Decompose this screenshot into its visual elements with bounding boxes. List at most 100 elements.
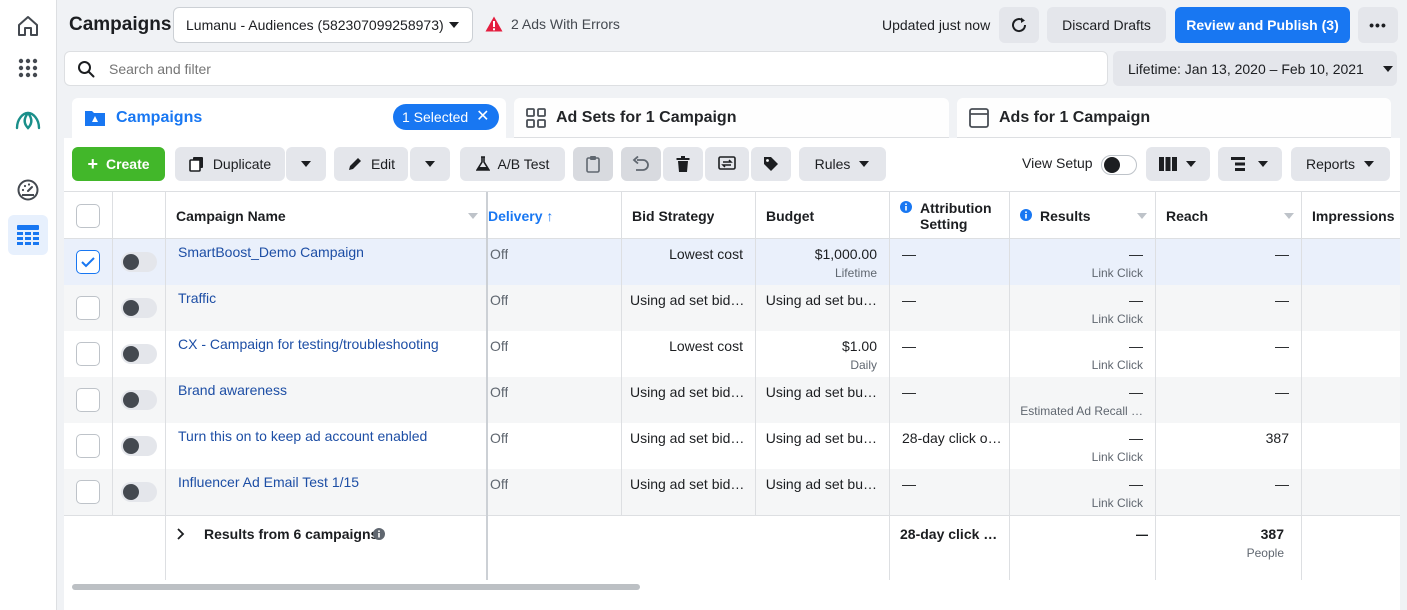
flask-icon — [475, 156, 490, 171]
campaign-name-link[interactable]: Traffic — [178, 290, 478, 306]
create-button[interactable]: + Create — [72, 147, 165, 181]
search-bar[interactable] — [64, 51, 1108, 86]
trash-icon — [676, 156, 690, 172]
column-header-name[interactable]: Campaign Name — [176, 208, 286, 224]
column-divider — [755, 192, 756, 515]
dashboard-gauge-icon[interactable] — [8, 170, 48, 210]
left-nav — [0, 0, 57, 610]
row-checkbox[interactable] — [76, 388, 100, 412]
table-row[interactable]: Traffic Off Using ad set bid… Using ad set … — [64, 285, 1400, 331]
edit-dropdown-button[interactable] — [410, 147, 450, 181]
home-icon[interactable] — [8, 6, 48, 46]
campaign-status-toggle[interactable] — [121, 482, 157, 502]
campaign-name-link[interactable]: Turn this on to keep ad account enabled — [178, 428, 478, 444]
rules-button[interactable]: Rules — [799, 147, 886, 181]
table-row[interactable]: SmartBoost_Demo Campaign Off Lowest cost $1… — [64, 239, 1400, 285]
duplicate-icon — [189, 157, 203, 172]
row-checkbox[interactable] — [76, 342, 100, 366]
column-header-budget[interactable]: Budget — [766, 208, 814, 224]
reports-button[interactable]: Reports — [1291, 147, 1390, 181]
duplicate-dropdown-button[interactable] — [286, 147, 326, 181]
attribution-setting: 28-day click o… — [902, 430, 1002, 446]
duplicate-button[interactable]: Duplicate — [175, 147, 285, 181]
select-all-checkbox[interactable] — [76, 204, 100, 228]
more-options-button[interactable]: ••• — [1358, 7, 1398, 43]
results-value: — — [1129, 246, 1143, 262]
campaign-status-toggle[interactable] — [121, 298, 157, 318]
campaign-status-toggle[interactable] — [121, 252, 157, 272]
clipboard-button[interactable] — [573, 147, 613, 181]
column-header-reach[interactable]: Reach — [1166, 208, 1208, 224]
ab-test-button[interactable]: A/B Test — [460, 147, 565, 181]
campaign-status-toggle[interactable] — [121, 344, 157, 364]
campaign-name-link[interactable]: Brand awareness — [178, 382, 478, 398]
table-row[interactable]: CX - Campaign for testing/troubleshootin… — [64, 331, 1400, 377]
column-header-impressions[interactable]: Impressions — [1312, 208, 1394, 224]
sort-caret-icon[interactable] — [1137, 213, 1147, 219]
columns-button[interactable] — [1146, 147, 1210, 181]
tag-icon — [764, 157, 778, 171]
info-icon[interactable] — [1020, 209, 1032, 221]
refresh-button[interactable] — [999, 7, 1039, 43]
results-type: Link Click — [1091, 496, 1143, 510]
row-checkbox[interactable] — [76, 480, 100, 504]
row-checkbox[interactable] — [76, 296, 100, 320]
campaign-name-link[interactable]: SmartBoost_Demo Campaign — [178, 244, 478, 260]
preview-button[interactable] — [705, 147, 749, 181]
delivery-status: Off — [490, 476, 509, 492]
errors-indicator[interactable]: 2 Ads With Errors — [485, 16, 620, 32]
selected-count-pill[interactable]: 1 Selected ✕ — [393, 104, 499, 130]
edit-button[interactable]: Edit — [334, 147, 408, 181]
summary-attribution: 28-day click o… — [900, 526, 1004, 542]
info-icon[interactable] — [900, 201, 912, 213]
results-value: — — [1129, 476, 1143, 492]
account-logo-icon[interactable] — [8, 100, 48, 140]
column-header-delivery[interactable]: Delivery ↑ — [488, 208, 553, 224]
horizontal-scrollbar[interactable] — [72, 584, 640, 590]
tag-button[interactable] — [751, 147, 791, 181]
search-input[interactable] — [109, 60, 1107, 77]
table-row[interactable]: Turn this on to keep ad account enabled O… — [64, 423, 1400, 469]
results-type: Link Click — [1091, 450, 1143, 464]
column-header-results[interactable]: Results — [1040, 208, 1091, 224]
undo-icon — [632, 156, 649, 171]
table-row[interactable]: Influencer Ad Email Test 1/15 Off Using ad… — [64, 469, 1400, 515]
table-row[interactable]: Brand awareness Off Using ad set bid… Using… — [64, 377, 1400, 423]
date-range-picker[interactable]: Lifetime: Jan 13, 2020 – Feb 10, 2021 — [1113, 51, 1397, 86]
campaign-name-link[interactable]: CX - Campaign for testing/troubleshootin… — [178, 336, 478, 352]
breakdown-button[interactable] — [1218, 147, 1282, 181]
grid-icon — [526, 107, 546, 128]
column-header-attribution[interactable]: Attribution Setting — [920, 200, 1020, 232]
sort-caret-icon[interactable] — [468, 213, 478, 219]
delete-button[interactable] — [663, 147, 703, 181]
discard-drafts-button[interactable]: Discard Drafts — [1047, 7, 1166, 43]
ads-manager-table-icon[interactable] — [8, 215, 48, 255]
undo-button[interactable] — [621, 147, 661, 181]
review-publish-button[interactable]: Review and Publish (3) — [1175, 7, 1350, 43]
column-divider — [1009, 192, 1010, 580]
tab-ads[interactable]: Ads for 1 Campaign — [957, 98, 1391, 138]
tab-ad-sets[interactable]: Ad Sets for 1 Campaign — [514, 98, 949, 138]
column-divider — [889, 192, 890, 580]
updated-status: Updated just now — [882, 17, 991, 33]
campaign-status-toggle[interactable] — [121, 390, 157, 410]
chevron-down-icon — [1186, 161, 1196, 167]
view-setup-toggle[interactable] — [1101, 155, 1137, 175]
clipboard-icon — [586, 156, 600, 173]
apps-grid-icon[interactable] — [8, 48, 48, 88]
ad-window-icon — [969, 107, 989, 128]
info-icon[interactable] — [373, 528, 385, 540]
frozen-column-divider[interactable] — [486, 192, 488, 580]
page-title: Campaigns — [69, 14, 172, 35]
refresh-icon — [1012, 17, 1027, 33]
column-header-bid[interactable]: Bid Strategy — [632, 208, 714, 224]
account-selector[interactable]: Lumanu - Audiences (582307099258973) — [173, 7, 473, 43]
close-icon[interactable]: ✕ — [476, 109, 489, 125]
campaign-status-toggle[interactable] — [121, 436, 157, 456]
chevron-right-icon[interactable] — [177, 528, 185, 540]
sort-caret-icon[interactable] — [1284, 213, 1294, 219]
campaign-name-link[interactable]: Influencer Ad Email Test 1/15 — [178, 474, 478, 490]
row-checkbox[interactable] — [76, 250, 100, 274]
tab-ad-sets-label: Ad Sets for 1 Campaign — [556, 108, 737, 126]
row-checkbox[interactable] — [76, 434, 100, 458]
